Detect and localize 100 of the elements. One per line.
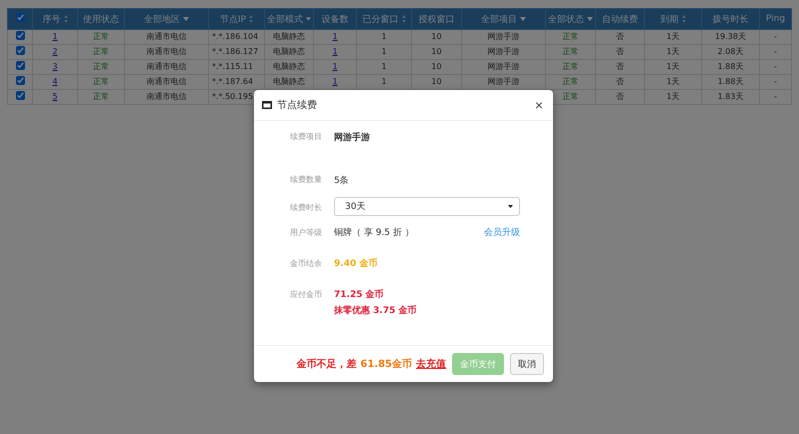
dialog-title: 节点续费 [277,98,318,112]
table-cell: 1天 [644,60,702,74]
payable-value: 71.25 金币 [334,288,385,301]
table-cell: 否 [596,74,644,90]
cell-link[interactable]: 1 [52,32,58,41]
cell-link[interactable]: 3 [52,62,58,71]
table-cell: 网游手游 [462,30,546,44]
sort-icon[interactable] [64,15,68,23]
cell-link[interactable]: 5 [52,92,58,101]
table-cell: 电脑静态 [264,44,314,60]
table-cell: 正常 [78,44,124,60]
cell-link[interactable]: 1 [332,62,338,71]
dropdown-caret-icon[interactable] [587,17,593,21]
table-cell: 10 [412,44,462,60]
row-checkbox[interactable] [16,31,24,40]
field-label: 金币结余 [289,258,322,270]
table-cell: - [760,60,792,74]
dropdown-caret-icon[interactable] [183,17,189,21]
column-header[interactable]: 到期 [644,8,702,30]
table-cell: - [760,74,792,90]
cell-link[interactable]: 1 [332,77,338,86]
column-header: 使用状态 [78,8,124,30]
row-checkbox[interactable] [16,91,24,100]
cancel-button[interactable]: 取消 [510,353,544,375]
column-header[interactable]: 全部项目 [462,8,546,30]
close-button[interactable]: × [534,97,543,113]
column-header: 自动续费 [596,8,644,30]
sort-icon[interactable] [402,15,406,23]
shortfall-amount: 61.85金币 [360,358,412,371]
table-cell: 10 [412,30,462,44]
table-cell: 1.83天 [702,90,760,104]
table-cell: 南通市电信 [124,74,208,90]
table-cell: 否 [596,30,644,44]
column-header: 设备数 [314,8,356,30]
table-cell: 南通市电信 [124,60,208,74]
table-cell: 1.88天 [702,74,760,90]
column-header[interactable]: 全部地区 [124,8,208,30]
table-cell: 否 [596,90,644,104]
table-cell: 1 [356,60,412,74]
table-cell: 正常 [546,30,596,44]
table-cell: 网游手游 [462,44,546,60]
table-cell: 正常 [78,60,124,74]
table-cell: 2.08天 [702,44,760,60]
column-header[interactable]: 全部模式 [264,8,314,30]
table-cell: 1天 [644,30,702,44]
table-cell: 正常 [546,60,596,74]
table-cell: 正常 [546,44,596,60]
duration-select[interactable]: 30天 [334,197,520,216]
column-header[interactable]: 序号 [32,8,78,30]
row-checkbox[interactable] [16,61,24,70]
dropdown-caret-icon[interactable] [306,17,311,21]
column-header: 拨号时长 [702,8,760,30]
table-cell: 1天 [644,44,702,60]
row-checkbox[interactable] [16,76,24,85]
sort-icon[interactable] [682,15,686,23]
column-header: 授权窗口 [412,8,462,30]
table-cell: 南通市电信 [124,30,208,44]
project-value: 网游手游 [334,131,371,144]
select-all-checkbox[interactable] [16,13,24,22]
table-cell: 1 [356,30,412,44]
recharge-link[interactable]: 去充值 [416,357,446,371]
field-label: 应付金币 [289,289,322,301]
column-header: Ping [760,8,792,30]
field-label: 续费时长 [289,202,322,214]
field-label: 续费数量 [289,174,322,186]
table-cell: 电脑静态 [264,60,314,74]
cell-link[interactable]: 2 [52,47,58,56]
table-cell: - [760,44,792,60]
level-value: 铜牌（ 享 9.5 折 ） [334,226,414,239]
sort-icon[interactable] [249,15,254,23]
window-icon [262,101,272,109]
table-cell: 南通市电信 [124,44,208,60]
cell-link[interactable]: 1 [332,32,338,41]
column-header[interactable]: 节点IP [208,8,264,30]
balance-value: 9.40 金币 [334,257,378,270]
row-checkbox[interactable] [16,46,24,55]
table-cell: 正常 [78,74,124,90]
table-cell: 正常 [78,90,124,104]
column-header[interactable]: 全部状态 [546,8,596,30]
cell-link[interactable]: 1 [332,47,338,56]
table-cell: 19.38天 [702,30,760,44]
table-cell: *.*.186.104 [208,30,264,44]
shortfall-text: 金币不足，差 [296,358,356,371]
cell-link[interactable]: 4 [52,77,58,86]
table-cell: *.*.186.127 [208,44,264,60]
discount-text: 抹零优惠 3.75 金币 [334,304,418,317]
table-cell: 10 [412,60,462,74]
table-cell: 电脑静态 [264,30,314,44]
table-cell: *.*.187.64 [208,74,264,90]
dropdown-caret-icon [508,205,513,208]
table-cell: 1.88天 [702,60,760,74]
column-header[interactable]: 已分窗口 [356,8,412,30]
table-cell: - [760,30,792,44]
dropdown-caret-icon[interactable] [520,17,526,21]
upgrade-link[interactable]: 会员升级 [484,226,520,239]
table-cell: 否 [596,60,644,74]
table-cell: 网游手游 [462,60,546,74]
table-cell: 南通市电信 [124,90,208,104]
table-cell: 1天 [644,90,702,104]
field-label: 续费项目 [289,131,322,143]
